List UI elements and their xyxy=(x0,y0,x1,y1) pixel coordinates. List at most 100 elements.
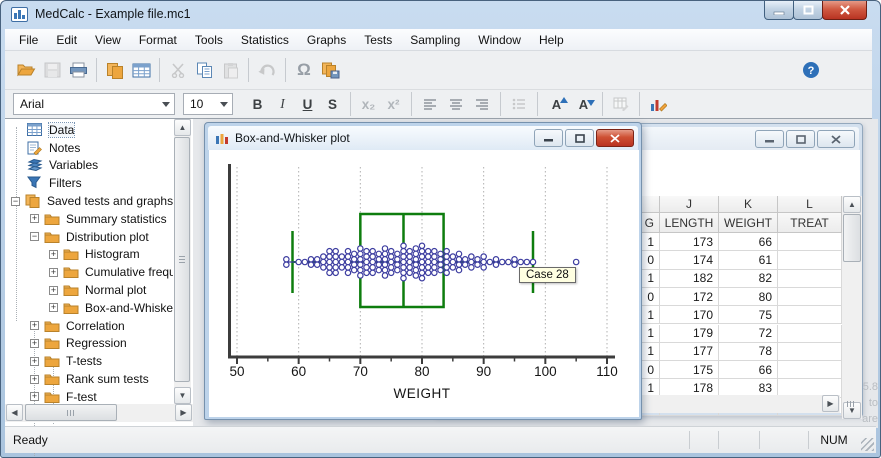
close-button[interactable] xyxy=(822,1,867,20)
collapse-icon[interactable]: − xyxy=(11,197,20,206)
resize-grip[interactable] xyxy=(861,438,874,451)
grid-cell[interactable]: 177 xyxy=(660,343,719,361)
menu-file[interactable]: File xyxy=(10,30,47,50)
grid-cell[interactable]: 172 xyxy=(660,288,719,306)
maximize-button[interactable] xyxy=(565,129,594,147)
maximize-button[interactable] xyxy=(793,1,823,20)
save-button[interactable] xyxy=(39,58,65,82)
tree-item-notes[interactable]: Notes xyxy=(5,139,173,157)
tree-item-normal-plot[interactable]: +Normal plot xyxy=(5,281,173,299)
grid-cell[interactable]: 72 xyxy=(719,325,778,343)
undo-button[interactable] xyxy=(254,58,280,82)
tree-item-variables[interactable]: Variables xyxy=(5,157,173,175)
tree-item-cumulative-freque[interactable]: +Cumulative freque xyxy=(5,263,173,281)
minimize-button[interactable] xyxy=(764,1,794,20)
decrease-font-button[interactable]: A xyxy=(570,97,597,112)
column-letter-header[interactable]: L xyxy=(778,196,842,213)
tree-item-correlation[interactable]: +Correlation xyxy=(5,317,173,335)
close-button[interactable] xyxy=(817,130,855,148)
tree-item-saved-tests-and-graphs[interactable]: −Saved tests and graphs xyxy=(5,192,173,210)
column-name-header[interactable]: TREAT xyxy=(778,213,842,233)
tree-horizontal-scrollbar[interactable]: ◀ ▶ xyxy=(5,404,193,422)
plot-window[interactable]: Box-and-Whisker plot 5060708090100110WEI… xyxy=(204,122,642,420)
menu-window[interactable]: Window xyxy=(469,30,530,50)
scroll-thumb[interactable] xyxy=(25,404,117,421)
grid-cell[interactable]: 80 xyxy=(719,288,778,306)
font-size-select[interactable]: 10 xyxy=(183,93,233,115)
grid-cell[interactable] xyxy=(778,251,842,269)
font-name-select[interactable]: Arial xyxy=(13,93,175,115)
expand-icon[interactable]: + xyxy=(49,303,58,312)
expand-icon[interactable]: + xyxy=(49,286,58,295)
tree-item-t-tests[interactable]: +T-tests xyxy=(5,352,173,370)
menu-edit[interactable]: Edit xyxy=(47,30,86,50)
bold-button[interactable]: B xyxy=(245,97,270,112)
expand-icon[interactable]: + xyxy=(30,339,39,348)
grid-cell[interactable]: 82 xyxy=(719,270,778,288)
tree-item-f-test[interactable]: +F-test xyxy=(5,388,173,404)
bullet-list-button[interactable] xyxy=(506,92,532,116)
column-name-header[interactable]: WEIGHT xyxy=(719,213,778,233)
column-letter-header[interactable]: K xyxy=(719,196,778,213)
menu-tools[interactable]: Tools xyxy=(186,30,232,50)
scroll-up-icon[interactable]: ▲ xyxy=(843,196,861,213)
scroll-thumb[interactable] xyxy=(843,214,861,262)
menu-sampling[interactable]: Sampling xyxy=(401,30,469,50)
grid-cell[interactable]: 170 xyxy=(660,306,719,324)
grid-cell[interactable]: 174 xyxy=(660,251,719,269)
scroll-left-icon[interactable]: ◀ xyxy=(6,404,23,421)
tree-vertical-scrollbar[interactable]: ▲ ▼ xyxy=(174,119,191,404)
italic-button[interactable]: I xyxy=(270,96,295,112)
tree-item-summary-statistics[interactable]: +Summary statistics xyxy=(5,210,173,228)
scroll-down-icon[interactable]: ▼ xyxy=(174,387,191,404)
menu-tests[interactable]: Tests xyxy=(355,30,401,50)
grid-cell[interactable] xyxy=(778,270,842,288)
expand-icon[interactable]: + xyxy=(30,357,39,366)
title-bar[interactable]: MedCalc - Example file.mc1 xyxy=(1,1,880,29)
tree-item-filters[interactable]: Filters xyxy=(5,174,173,192)
collapse-icon[interactable]: − xyxy=(30,232,39,241)
paste-button[interactable] xyxy=(217,58,243,82)
edit-chart-button[interactable] xyxy=(645,92,671,116)
resize-grip[interactable] xyxy=(844,397,858,411)
scroll-right-icon[interactable]: ▶ xyxy=(822,395,839,412)
tree-item-regression[interactable]: +Regression xyxy=(5,335,173,353)
expand-icon[interactable]: + xyxy=(30,214,39,223)
grid-cell[interactable] xyxy=(778,325,842,343)
grid-cell[interactable]: 173 xyxy=(660,233,719,251)
copy-document-button[interactable] xyxy=(102,58,128,82)
minimize-button[interactable] xyxy=(534,129,563,147)
grid-cell[interactable]: 182 xyxy=(660,270,719,288)
grid-cell[interactable] xyxy=(778,306,842,324)
increase-font-button[interactable]: A xyxy=(543,97,570,112)
superscript-button[interactable]: x² xyxy=(381,97,406,112)
column-name-header[interactable]: LENGTH xyxy=(660,213,719,233)
maximize-button[interactable] xyxy=(786,130,815,148)
grid-cell[interactable]: 61 xyxy=(719,251,778,269)
subscript-button[interactable]: x₂ xyxy=(356,97,381,112)
close-button[interactable] xyxy=(596,129,634,147)
scroll-up-icon[interactable]: ▲ xyxy=(174,119,191,136)
copy-button[interactable] xyxy=(191,58,217,82)
grid-cell[interactable]: 78 xyxy=(719,343,778,361)
grid-cell[interactable] xyxy=(778,288,842,306)
grid-cell[interactable] xyxy=(778,361,842,379)
table-properties-button[interactable] xyxy=(608,92,634,116)
tree-item-rank-sum-tests[interactable]: +Rank sum tests xyxy=(5,370,173,388)
expand-icon[interactable]: + xyxy=(30,321,39,330)
expand-icon[interactable]: + xyxy=(49,268,58,277)
grid-cell[interactable]: 66 xyxy=(719,361,778,379)
grid-cell[interactable] xyxy=(778,233,842,251)
tree-item-histogram[interactable]: +Histogram xyxy=(5,246,173,264)
menu-help[interactable]: Help xyxy=(530,30,573,50)
column-letter-header[interactable]: J xyxy=(660,196,719,213)
tree-item-box-and-whisker[interactable]: +Box-and-Whisker xyxy=(5,299,173,317)
grid-cell[interactable]: 175 xyxy=(660,361,719,379)
tree-item-data[interactable]: Data xyxy=(5,121,173,139)
grid-cell[interactable]: 75 xyxy=(719,306,778,324)
underline-button[interactable]: U xyxy=(295,97,320,112)
menu-graphs[interactable]: Graphs xyxy=(298,30,355,50)
scroll-right-icon[interactable]: ▶ xyxy=(175,404,192,421)
plot-window-title-bar[interactable]: Box-and-Whisker plot xyxy=(208,126,638,150)
align-left-button[interactable] xyxy=(417,92,443,116)
